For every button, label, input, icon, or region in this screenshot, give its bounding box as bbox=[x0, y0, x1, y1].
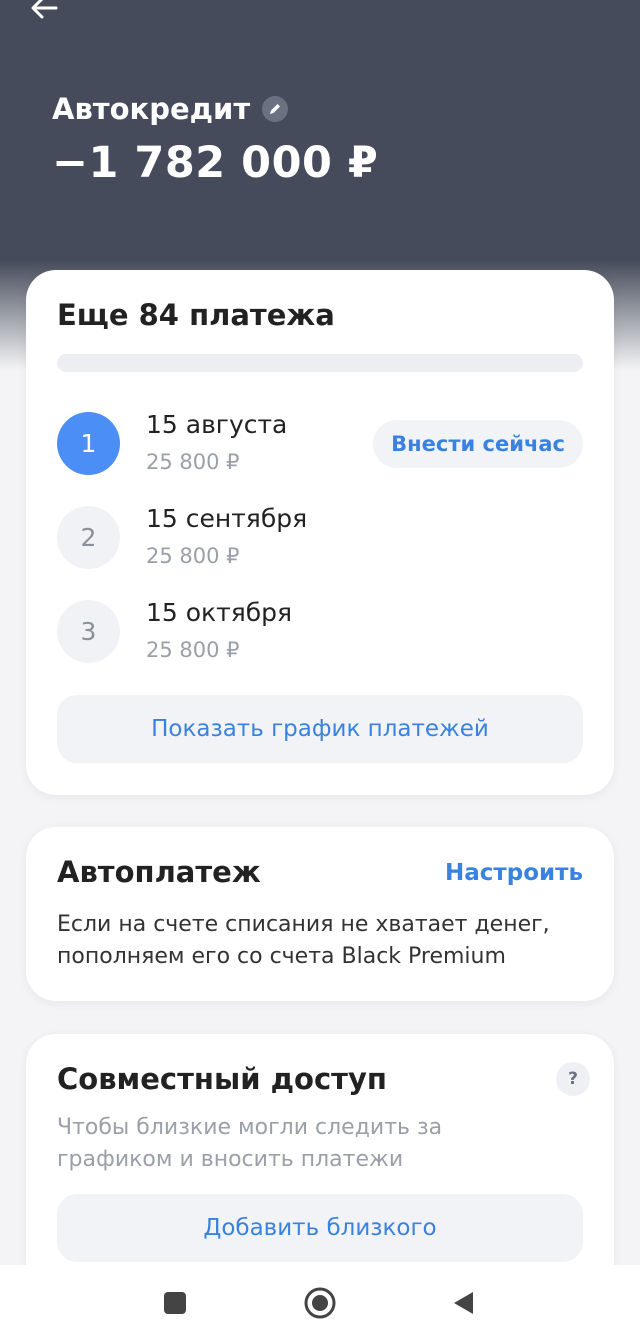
payment-sum: 25 800 ₽ bbox=[146, 638, 240, 662]
payment-row: 2 15 сентября 25 800 ₽ bbox=[57, 504, 583, 570]
home-button[interactable] bbox=[298, 1281, 342, 1325]
autopay-setup-link[interactable]: Настроить bbox=[445, 860, 583, 886]
triangle-back-icon bbox=[454, 1292, 473, 1314]
payment-row: 3 15 октября 25 800 ₽ bbox=[57, 598, 583, 664]
circle-icon bbox=[304, 1287, 336, 1319]
add-relative-button[interactable]: Добавить близкого bbox=[57, 1194, 583, 1262]
pay-now-button[interactable]: Внести сейчас bbox=[373, 420, 583, 468]
payment-date: 15 августа bbox=[146, 410, 288, 439]
back-nav-button[interactable] bbox=[441, 1281, 485, 1325]
payment-date: 15 сентября bbox=[146, 504, 308, 533]
payment-row: 1 15 августа 25 800 ₽ Внести сейчас bbox=[57, 410, 583, 476]
shared-access-card: Совместный доступ ? Чтобы близкие могли … bbox=[26, 1034, 614, 1294]
payment-number: 3 bbox=[57, 600, 120, 663]
payment-sum: 25 800 ₽ bbox=[146, 544, 240, 568]
payments-count-title: Еще 84 платежа bbox=[57, 298, 335, 332]
shared-access-title: Совместный доступ bbox=[57, 1062, 387, 1096]
pencil-icon bbox=[270, 104, 281, 114]
page-title: Автокредит bbox=[52, 92, 251, 126]
system-nav-bar bbox=[0, 1265, 640, 1341]
payment-sum: 25 800 ₽ bbox=[146, 450, 240, 474]
payment-number: 2 bbox=[57, 506, 120, 569]
back-button[interactable] bbox=[22, 0, 66, 28]
edit-title-button[interactable] bbox=[262, 96, 289, 122]
square-icon bbox=[164, 1292, 186, 1314]
recents-button[interactable] bbox=[153, 1281, 197, 1325]
payments-progress-bar bbox=[57, 354, 583, 372]
arrow-left-icon bbox=[31, 0, 58, 19]
autopay-title: Автоплатеж bbox=[57, 855, 261, 889]
loan-amount: −1 782 000 ₽ bbox=[52, 138, 379, 188]
payment-number: 1 bbox=[57, 412, 120, 475]
show-schedule-button[interactable]: Показать график платежей bbox=[57, 695, 583, 763]
help-button[interactable]: ? bbox=[556, 1062, 590, 1096]
autopay-description: Если на счете списания не хватает денег,… bbox=[57, 912, 550, 969]
payment-date: 15 октября bbox=[146, 598, 293, 627]
title-row: Автокредит bbox=[52, 92, 289, 126]
payments-card: Еще 84 платежа 1 15 августа 25 800 ₽ Вне… bbox=[26, 270, 614, 795]
shared-access-description: Чтобы близкие могли следить за графиком … bbox=[57, 1115, 443, 1172]
autopay-card: Автоплатеж Настроить Если на счете списа… bbox=[26, 827, 614, 1001]
